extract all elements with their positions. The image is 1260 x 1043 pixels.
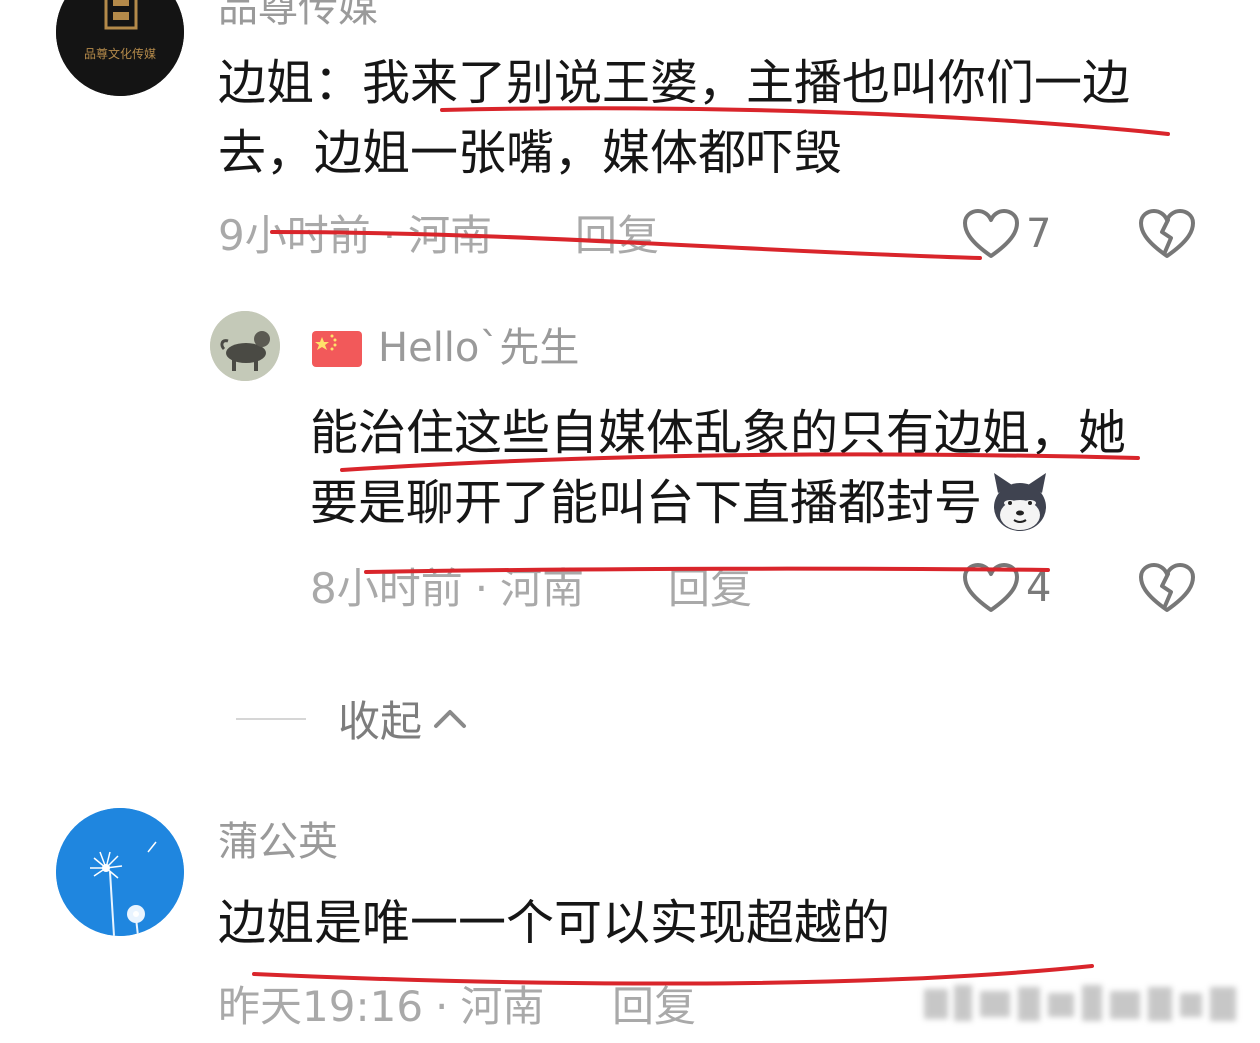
broken-heart-icon [1139, 209, 1195, 258]
dandelion-avatar-icon [56, 808, 184, 936]
reply-button[interactable]: 回复 [668, 568, 752, 610]
dislike-button[interactable] [1138, 208, 1196, 260]
comment-time: 8小时前 [310, 564, 463, 613]
collapse-replies-button[interactable]: 收起 [236, 688, 470, 749]
comment-meta: 8小时前 · 河南 回复 [310, 564, 753, 613]
watermark [920, 975, 1240, 1035]
collapse-label: 收起 [338, 697, 423, 746]
broken-heart-icon [1139, 563, 1195, 612]
comment-location: 河南 [408, 211, 493, 260]
comment-text: 边姐是唯一一个可以实现超越的 [218, 895, 891, 951]
comment-username[interactable]: 品尊传媒 [218, 0, 378, 28]
comment-meta: 昨天19:16 · 河南 回复 [218, 982, 697, 1031]
avatar[interactable]: 品尊文化传媒 [56, 0, 184, 96]
avatar[interactable] [210, 311, 280, 381]
like-count: 4 [1026, 565, 1052, 611]
like-button[interactable]: 4 [962, 562, 1051, 614]
brand-logo-icon: 品尊文化传媒 [56, 0, 184, 96]
svg-text:品尊文化传媒: 品尊文化传媒 [84, 46, 156, 61]
animal-avatar-icon [210, 311, 280, 381]
reply-button[interactable]: 回复 [612, 986, 696, 1028]
comment-location: 河南 [500, 564, 585, 613]
comment-username[interactable]: Hello`先生 [378, 328, 579, 368]
like-button[interactable]: 7 [962, 208, 1051, 260]
comment-text: 能治住这些自媒体乱象的只有边姐，她 要是聊开了能叫台下直播都封号 [310, 398, 1230, 538]
dog-emoji-icon [988, 471, 1052, 535]
china-flag-icon [312, 331, 362, 367]
reply-button[interactable]: 回复 [575, 215, 659, 257]
comment-time: 9小时前 [218, 211, 371, 260]
chevron-up-icon [434, 709, 467, 728]
comment-location: 河南 [460, 982, 545, 1031]
heart-outline-icon [963, 563, 1019, 612]
comment-text-line: 要是聊开了能叫台下直播都封号 [310, 475, 983, 531]
comment-time: 昨天19:16 [218, 982, 424, 1031]
avatar[interactable] [56, 808, 184, 936]
comment-meta: 9小时前 · 河南 回复 [218, 211, 660, 260]
comment-text: 边姐：我来了别说王婆，主播也叫你们一边去，边姐一张嘴，媒体都吓毁 [218, 55, 1131, 181]
like-count: 7 [1026, 211, 1052, 257]
comment-username[interactable]: 蒲公英 [218, 822, 338, 862]
dislike-button[interactable] [1138, 562, 1196, 614]
comment-text-line: 能治住这些自媒体乱象的只有边姐，她 [310, 405, 1127, 461]
divider [236, 717, 306, 720]
heart-outline-icon [963, 209, 1019, 258]
